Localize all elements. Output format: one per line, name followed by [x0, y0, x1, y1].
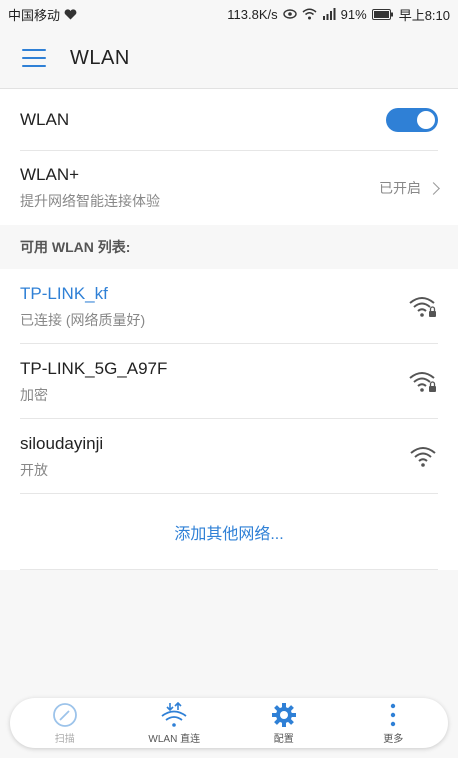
- wlan-plus-description: 提升网络智能连接体验: [20, 193, 160, 209]
- network-name: TP-LINK_5G_A97F: [20, 358, 168, 378]
- nav-wlan-direct-label: WLAN 直连: [148, 733, 201, 745]
- wifi-locked-icon: [409, 371, 436, 392]
- network-status: 加密: [20, 386, 48, 403]
- network-speed: 113.8K/s: [227, 6, 278, 22]
- wlan-toggle-switch[interactable]: [386, 108, 438, 132]
- battery-icon: [371, 8, 393, 20]
- available-networks-header: 可用 WLAN 列表:: [0, 225, 458, 269]
- status-left: 中国移动: [8, 5, 77, 24]
- wifi-status-icon: [302, 8, 317, 20]
- status-right: 113.8K/s 91% 早上8:10: [227, 5, 450, 24]
- add-network-label: 添加其他网络...: [174, 526, 284, 543]
- network-list: TP-LINK_kf 已连接 (网络质量好) TP-LINK_5G_A97F 加…: [0, 269, 458, 570]
- nav-settings-button[interactable]: 配置: [244, 702, 324, 745]
- wlan-direct-icon: [161, 701, 187, 727]
- wlan-settings-section: WLAN WLAN+ 提升网络智能连接体验 已开启: [0, 89, 458, 225]
- wlan-plus-row[interactable]: WLAN+ 提升网络智能连接体验 已开启: [0, 151, 458, 225]
- nav-scan-button[interactable]: 扫描: [25, 702, 105, 745]
- page-title: WLAN: [70, 46, 130, 69]
- chevron-right-icon: [427, 181, 440, 195]
- add-network-button[interactable]: 添加其他网络...: [0, 494, 458, 570]
- network-status: 已连接 (网络质量好): [20, 311, 146, 328]
- wifi-locked-icon: [409, 296, 436, 317]
- menu-icon[interactable]: [22, 49, 46, 67]
- scan-icon: [52, 702, 77, 727]
- carrier-name: 中国移动: [8, 7, 61, 23]
- nav-more-button[interactable]: 更多: [353, 702, 433, 745]
- network-row[interactable]: TP-LINK_kf 已连接 (网络质量好): [0, 269, 458, 344]
- heart-icon: [64, 8, 77, 19]
- wifi-icon: [410, 446, 436, 467]
- bottom-navigation: 扫描 WLAN 直连 配置 更多: [10, 698, 448, 748]
- nav-scan-label: 扫描: [54, 733, 75, 745]
- wlan-plus-label: WLAN+: [20, 165, 80, 184]
- network-status: 开放: [20, 461, 48, 478]
- settings-gear-icon: [271, 702, 296, 727]
- wlan-plus-status: 已开启: [379, 180, 421, 196]
- nav-wlan-direct-button[interactable]: WLAN 直连: [134, 701, 214, 745]
- more-dots-icon: [391, 703, 396, 726]
- wlan-toggle-row[interactable]: WLAN: [0, 89, 458, 151]
- network-name: siloudayinji: [20, 433, 104, 453]
- network-row[interactable]: TP-LINK_5G_A97F 加密: [0, 344, 458, 419]
- battery-percent: 91%: [340, 6, 367, 22]
- clock-time: 早上8:10: [398, 7, 450, 23]
- signal-icon: [322, 8, 336, 20]
- network-name: TP-LINK_kf: [20, 283, 108, 303]
- status-bar: 中国移动 113.8K/s 91% 早上8:10: [0, 0, 458, 28]
- eye-icon: [282, 9, 297, 19]
- wlan-toggle-label: WLAN: [20, 110, 70, 129]
- network-row[interactable]: siloudayinji 开放: [0, 419, 458, 494]
- nav-settings-label: 配置: [273, 733, 294, 745]
- nav-more-label: 更多: [383, 733, 404, 745]
- app-bar: WLAN: [0, 28, 458, 88]
